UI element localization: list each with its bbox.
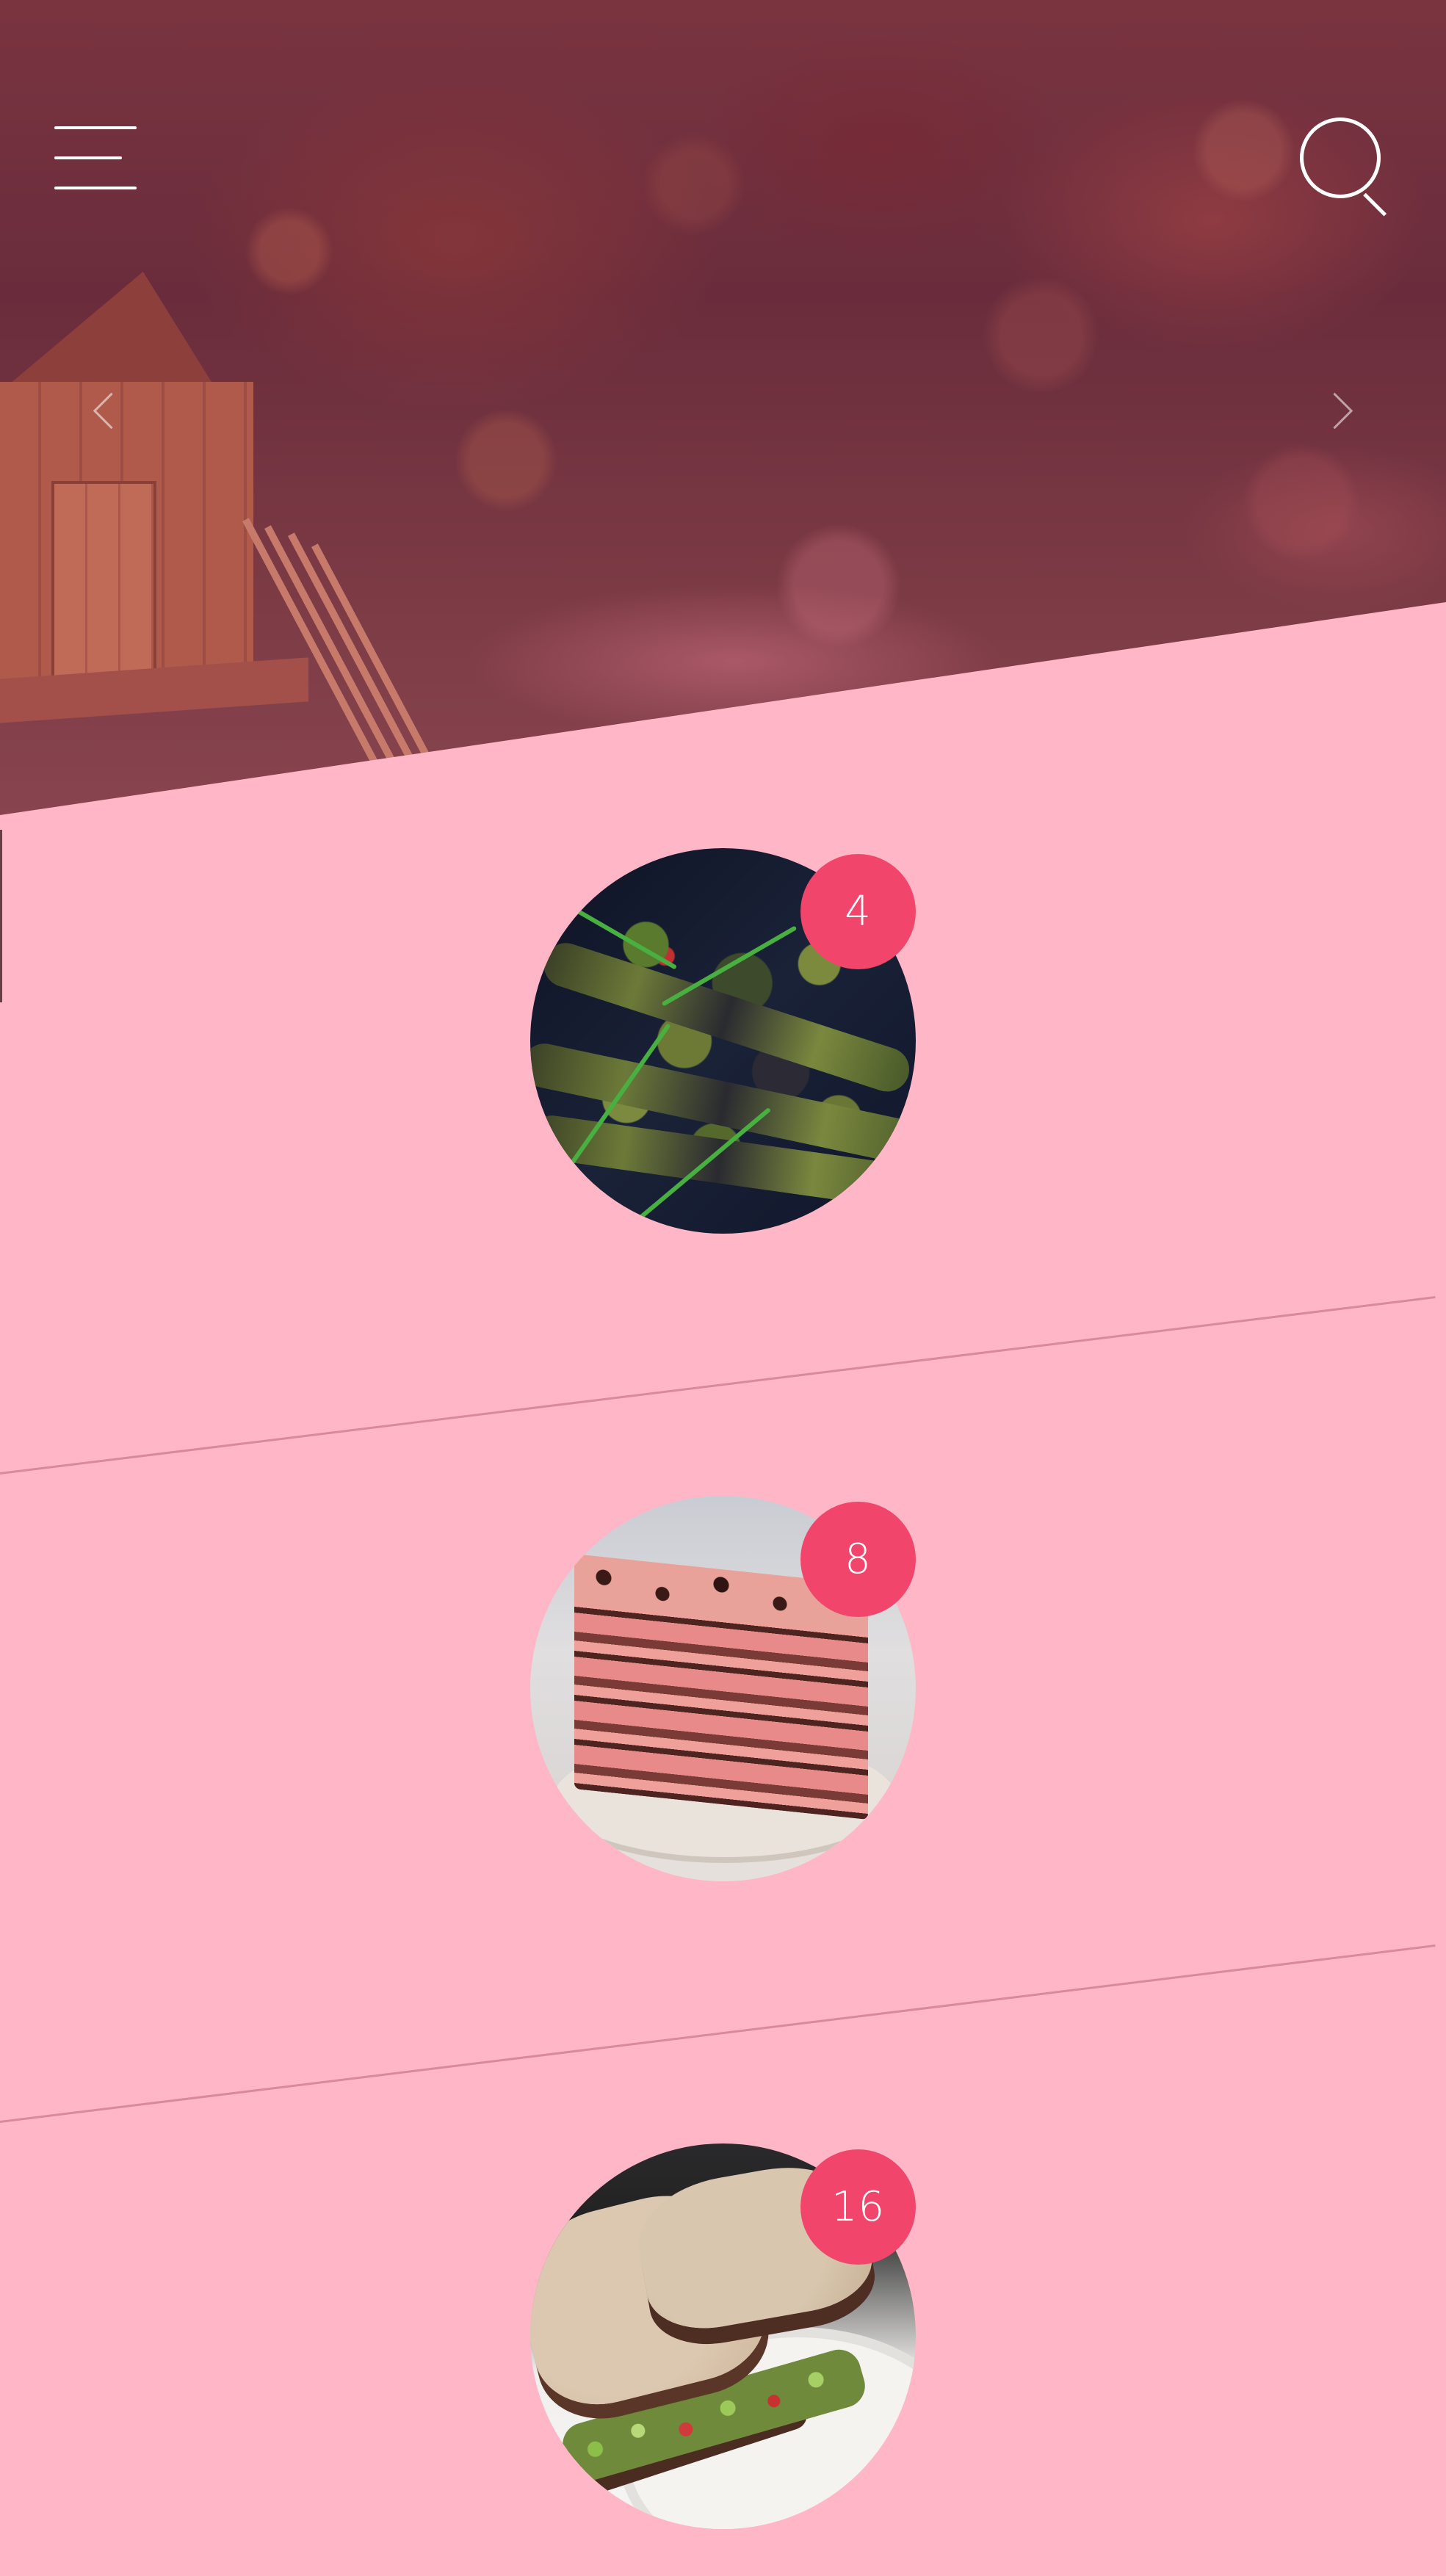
count-badge: 8 <box>800 1502 916 1617</box>
hamburger-menu-icon <box>54 126 137 129</box>
list-item[interactable]: 8 <box>530 1496 916 1881</box>
list-item[interactable]: 16 <box>530 2143 916 2529</box>
chevron-right-icon[interactable] <box>1322 389 1354 433</box>
menu-button[interactable] <box>54 123 137 194</box>
hero-banner <box>0 0 1446 837</box>
search-icon <box>1300 117 1381 198</box>
chevron-left-icon[interactable] <box>90 389 122 433</box>
count-badge: 16 <box>800 2149 916 2265</box>
list-divider <box>0 1944 1436 2123</box>
list-item[interactable]: 4 <box>530 848 916 1234</box>
count-badge: 4 <box>800 854 916 969</box>
edge-shadow <box>0 830 2 1002</box>
list-divider <box>0 1296 1436 1475</box>
search-button[interactable] <box>1300 117 1392 217</box>
